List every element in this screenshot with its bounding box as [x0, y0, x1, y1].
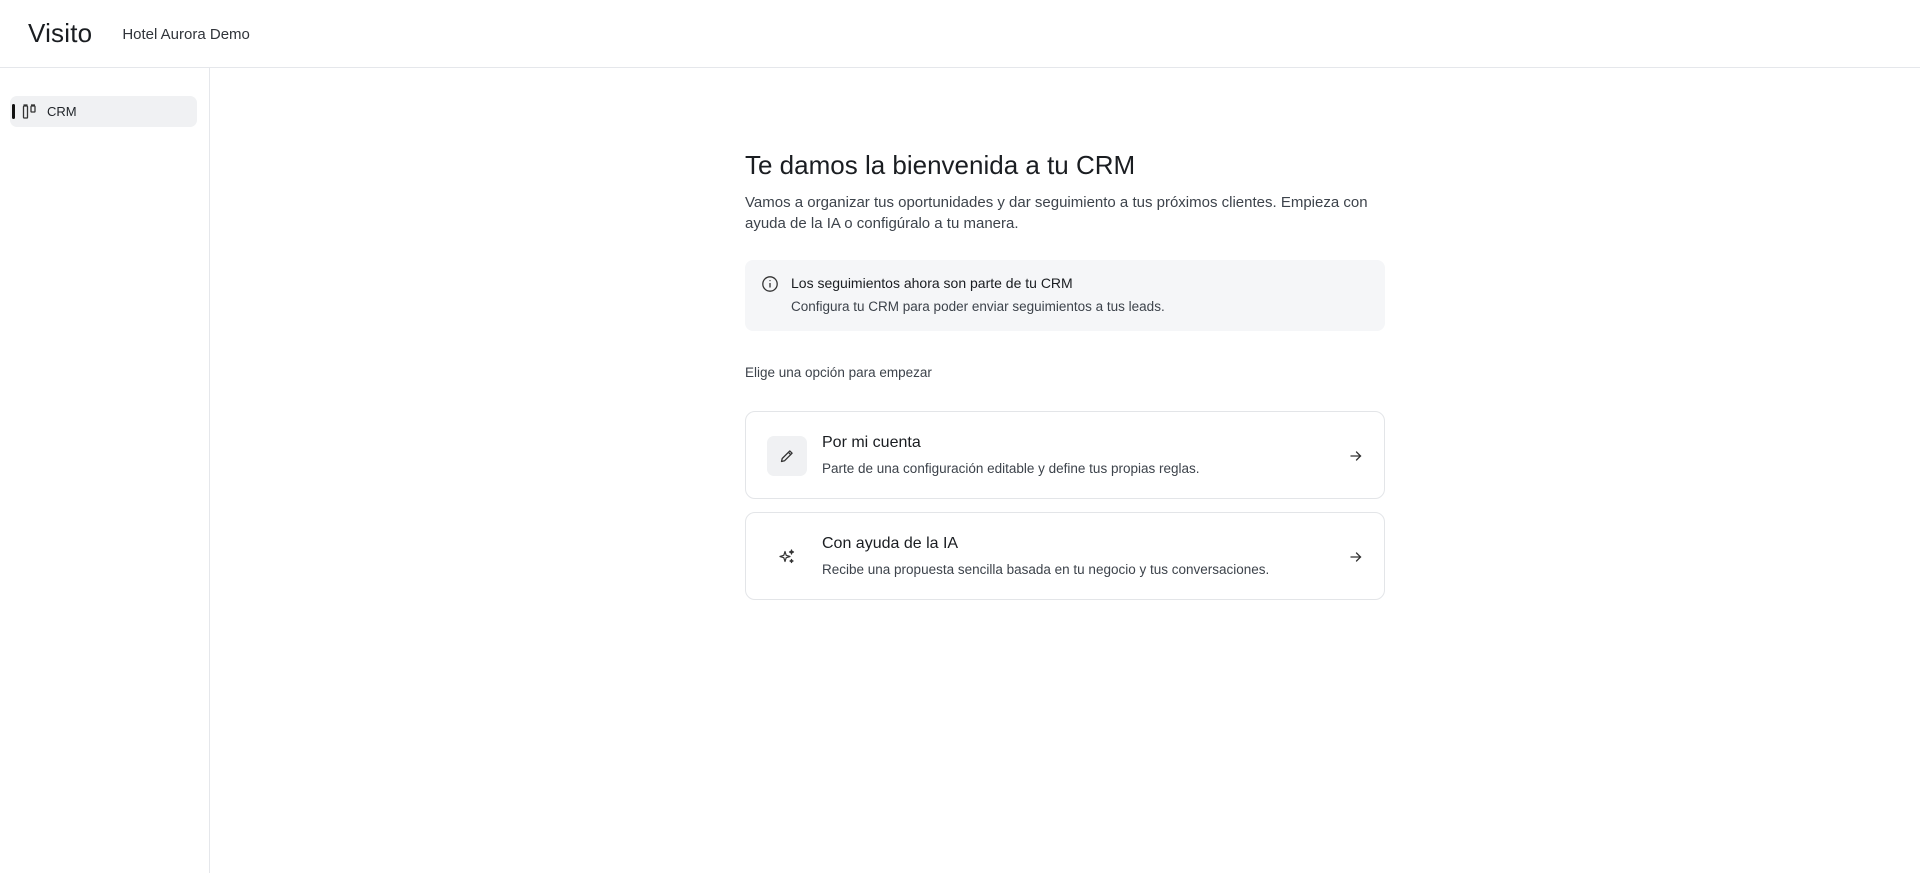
active-indicator: [12, 104, 15, 119]
workspace-name[interactable]: Hotel Aurora Demo: [122, 26, 250, 43]
notice-text: Configura tu CRM para poder enviar segui…: [791, 299, 1165, 314]
option-ai-setup[interactable]: Con ayuda de la IA Recibe una propuesta …: [745, 512, 1385, 600]
option-description: Parte de una configuración editable y de…: [822, 461, 1200, 476]
option-manual-setup[interactable]: Por mi cuenta Parte de una configuración…: [745, 411, 1385, 499]
page-title: Te damos la bienvenida a tu CRM: [745, 150, 1136, 180]
sidebar-item-label: CRM: [47, 104, 77, 119]
choose-option-label: Elige una opción para empezar: [745, 365, 932, 380]
info-icon: [761, 275, 779, 293]
brand-logo[interactable]: Visito: [28, 18, 92, 49]
option-title: Por mi cuenta: [822, 434, 921, 451]
option-title: Con ayuda de la IA: [822, 535, 959, 552]
top-bar: Visito Hotel Aurora Demo: [0, 0, 1920, 68]
sidebar: CRM: [0, 68, 210, 873]
sidebar-item-crm[interactable]: CRM: [10, 96, 197, 127]
info-notice: Los seguimientos ahora son parte de tu C…: [745, 260, 1385, 331]
sparkles-icon: [767, 537, 807, 577]
arrow-right-icon: [1348, 549, 1364, 565]
notice-title: Los seguimientos ahora son parte de tu C…: [791, 275, 1073, 291]
kanban-icon: [22, 103, 38, 120]
pencil-icon: [767, 436, 807, 476]
page-subtitle: Vamos a organizar tus oportunidades y da…: [745, 194, 1368, 232]
arrow-right-icon: [1348, 448, 1364, 464]
option-description: Recibe una propuesta sencilla basada en …: [822, 562, 1270, 577]
